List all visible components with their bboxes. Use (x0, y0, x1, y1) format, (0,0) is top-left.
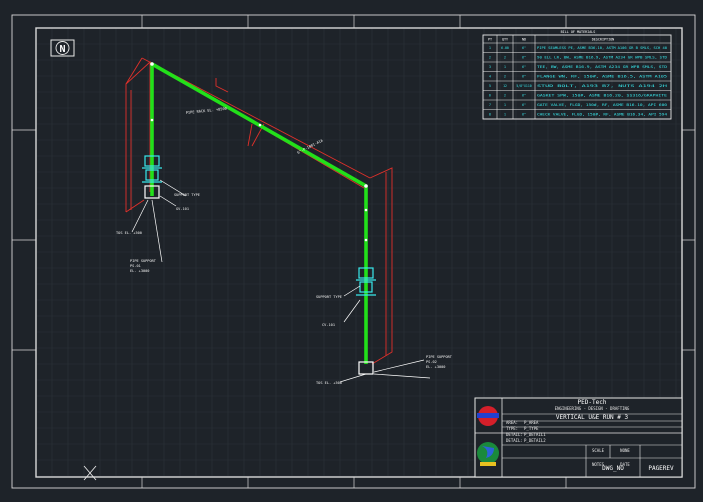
bom-cell: GASKET SPW, 150#, ASME B16.20, SS316/GRA… (537, 94, 667, 98)
support-right-line: PS-02 (426, 360, 437, 364)
isometric-drawing-canvas: N PIPE RACK EL. +8500 6"-P-1001-A1A SUPP… (0, 0, 703, 502)
support-right-line: PIPE SUPPORT (426, 355, 453, 359)
title-block: PED-Tech ENGINEERING - DESIGN - DRAFTING… (474, 397, 683, 478)
bom-cell: FLANGE WN, RF, 150#, ASME B16.5, ASTM A1… (537, 75, 667, 79)
annotation-valve-right-tag: CV-101 (322, 323, 335, 327)
bom-cell: 1 (504, 113, 506, 117)
bom-cell: 5/8"X110 (516, 84, 531, 88)
bom-cell: 1 (504, 65, 506, 69)
title-block-cell: SCALE (592, 448, 605, 453)
bom-cell: STUD BOLT, A193 B7, NUTS A194 2H (537, 84, 667, 88)
title-block-dwg-no: DWG_NO (602, 465, 624, 472)
bom-title: BILL OF MATERIALS (561, 30, 596, 34)
bom-cell: 12 (503, 84, 507, 88)
support-left-line: EL. +3000 (130, 269, 149, 273)
bom-header-cell: ND (522, 38, 526, 42)
title-block-row-label: DETAIL: (506, 438, 523, 443)
bom-cell: 8 (489, 113, 491, 117)
bom-cell: 6" (522, 113, 526, 117)
title-block-row-label: DETAIL: (506, 432, 523, 437)
bom-header-cell: QTY (502, 38, 508, 42)
annotation-valve-right: SUPPORT TYPE (316, 295, 342, 299)
title-block-row-label: AREA: (506, 420, 518, 425)
support-left-line: PIPE SUPPORT (130, 259, 157, 263)
bom-cell: 90 ELL LR, BW, ASME B16.9, ASTM A234 GR … (537, 56, 667, 60)
bom-cell: 6" (522, 46, 526, 50)
bom-cell: 3 (489, 65, 491, 69)
bom-cell: GATE VALVE, FLGD, 150#, RF, ASME B16.10,… (537, 103, 667, 107)
title-block-row-value: P_DETAIL1 (524, 432, 546, 437)
bom-cell: 6 (489, 94, 491, 98)
bom-cell: 6.00 (501, 46, 509, 50)
bom-cell: 4 (489, 75, 491, 79)
title-block-company-sub: ENGINEERING - DESIGN - DRAFTING (555, 406, 630, 411)
annotation-base-right: TOS EL. +500 (316, 381, 342, 385)
title-block-row-label: TYPE: (506, 426, 518, 431)
bom-cell: 6" (522, 65, 526, 69)
bom-cell: 2 (504, 56, 506, 60)
title-block-cell: NONE (620, 448, 630, 453)
title-block-page-rev: PAGEREV (648, 465, 674, 472)
bom-cell: TEE, BW, ASME B16.9, ASTM A234 GR WPB SM… (537, 65, 667, 69)
bom-cell: 6" (522, 56, 526, 60)
bom-cell: PIPE SEAMLESS PE, ASME B36.10, ASTM A106… (537, 46, 667, 50)
bom-cell: 2 (504, 94, 506, 98)
title-block-company: PED-Tech (578, 399, 607, 406)
bom-cell: 1 (489, 46, 491, 50)
support-right-line: EL. +3000 (426, 365, 445, 369)
north-symbol: N (59, 44, 65, 55)
bom-cell: 6" (522, 103, 526, 107)
bom-cell: 5 (489, 84, 491, 88)
bom-cell: 6" (522, 94, 526, 98)
title-block-row-value: P_DETAIL2 (524, 438, 546, 443)
title-block-row-value: P_TYPE (524, 426, 539, 431)
title-block-title: VERTICAL U&E RUN # 3 (556, 414, 629, 421)
annotation-valve-left-tag: GV-101 (176, 207, 189, 211)
bom-cell: 7 (489, 103, 491, 107)
annotation-valve-left: SUPPORT TYPE (174, 193, 200, 197)
bom-header-cell: PT (488, 38, 492, 42)
bom-cell: 1 (504, 103, 506, 107)
bom-cell: 6" (522, 75, 526, 79)
title-block-row-value: P_AREA (524, 420, 539, 425)
bom-cell: 2 (504, 75, 506, 79)
annotation-base-left: TOS EL. +500 (116, 231, 142, 235)
bom-cell: CHECK VALVE, FLGD, 150#, RF, ASME B16.34… (537, 113, 667, 117)
support-left-line: PS-01 (130, 264, 141, 268)
bom-header-cell: DESCRIPTION (592, 38, 614, 42)
bom-cell: 2 (489, 56, 491, 60)
client-logo-icon (477, 442, 499, 466)
